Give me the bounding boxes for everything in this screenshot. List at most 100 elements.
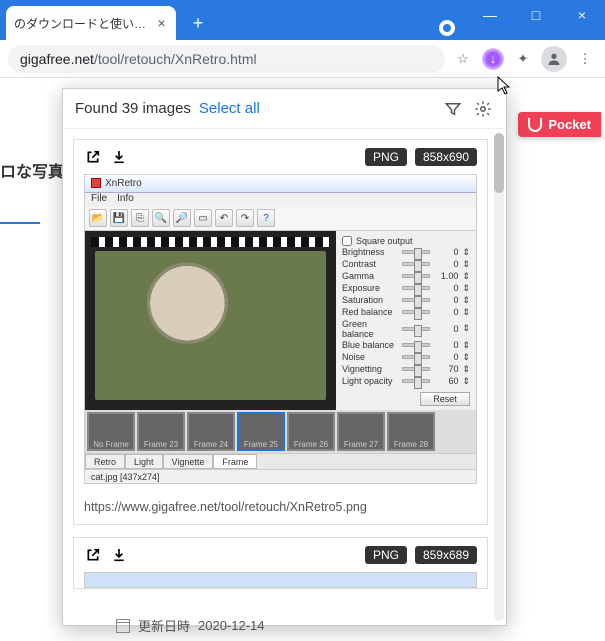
slider-label: Contrast [342, 259, 398, 269]
xn-menubar: File Info [85, 193, 476, 207]
browser-titlebar: のダウンロードと使い方 - k × + — □ × [0, 0, 605, 40]
xn-slider-row: Red balance0⇕ [342, 307, 470, 318]
slider-stepper: ⇕ [462, 247, 470, 258]
xn-slider-row: Vignetting70⇕ [342, 364, 470, 375]
address-field[interactable]: gigafree.net/tool/retouch/XnRetro.html [8, 45, 445, 73]
slider-track [402, 262, 430, 266]
slider-track [402, 286, 430, 290]
frame-thumb: No Frame [87, 412, 135, 452]
image-thumbnail[interactable] [84, 572, 477, 588]
tab-close-icon[interactable]: × [155, 16, 168, 30]
minimize-button[interactable]: — [467, 0, 513, 30]
rotate-left-icon: ↶ [215, 209, 233, 227]
found-count: Found 39 images [75, 100, 191, 117]
save-icon: 💾 [110, 209, 128, 227]
slider-value: 60 [434, 376, 458, 386]
slider-label: Blue balance [342, 340, 398, 350]
xn-toolbar: 📂 💾 ⎘ 🔍 🔎 ▭ ↶ ↷ ? [85, 207, 476, 231]
popup-scroll-area[interactable]: PNG 858x690 XnRetro File Info 📂 💾 [63, 129, 506, 625]
slider-stepper: ⇕ [462, 271, 470, 282]
slider-label: Brightness [342, 247, 398, 257]
slider-value: 0 [434, 283, 458, 293]
xn-slider-row: Noise0⇕ [342, 352, 470, 363]
xnretro-preview: XnRetro File Info 📂 💾 ⎘ 🔍 🔎 ▭ ↶ [85, 175, 476, 483]
filter-icon[interactable] [442, 98, 464, 120]
xn-canvas [85, 231, 336, 410]
xn-slider-row: Saturation0⇕ [342, 295, 470, 306]
frame-thumb: Frame 26 [287, 412, 335, 452]
frame-thumb: Frame 27 [337, 412, 385, 452]
dimensions-badge: 858x690 [415, 148, 477, 166]
slider-value: 70 [434, 364, 458, 374]
slider-track [402, 355, 430, 359]
profile-avatar[interactable] [541, 46, 567, 72]
xn-slider-row: Light opacity60⇕ [342, 376, 470, 387]
format-badge: PNG [365, 546, 407, 564]
xn-tab: Vignette [163, 454, 214, 469]
slider-track [402, 343, 430, 347]
xn-titlebar: XnRetro [85, 175, 476, 193]
update-indicator-icon[interactable] [439, 20, 455, 36]
slider-stepper: ⇕ [462, 376, 470, 387]
open-external-icon[interactable] [84, 148, 102, 166]
date-value: 2020-12-14 [198, 618, 265, 633]
download-icon[interactable] [110, 546, 128, 564]
card-toolbar: PNG 859x689 [74, 538, 487, 572]
slider-label: Noise [342, 352, 398, 362]
slider-label: Gamma [342, 271, 398, 281]
slider-stepper: ⇕ [462, 364, 470, 375]
url-path: /tool/retouch/XnRetro.html [94, 51, 257, 67]
zoom-fit-icon: ▭ [194, 209, 212, 227]
window-controls: — □ × [467, 0, 605, 30]
browser-tab[interactable]: のダウンロードと使い方 - k × [6, 6, 176, 40]
slider-value: 0 [434, 307, 458, 317]
xn-tabs: RetroLightVignetteFrame [85, 453, 476, 469]
slider-value: 0 [434, 352, 458, 362]
gear-icon[interactable] [472, 98, 494, 120]
download-icon[interactable] [110, 148, 128, 166]
slider-stepper: ⇕ [462, 259, 470, 270]
xn-title-text: XnRetro [105, 178, 142, 189]
new-tab-button[interactable]: + [184, 9, 212, 37]
calendar-icon [116, 619, 130, 633]
pocket-button[interactable]: Pocket [518, 112, 601, 137]
select-all-link[interactable]: Select all [199, 100, 260, 117]
slider-stepper: ⇕ [462, 283, 470, 294]
slider-value: 1.00 [434, 271, 458, 281]
image-downloader-extension-icon[interactable]: ↓ [481, 47, 505, 71]
slider-label: Saturation [342, 295, 398, 305]
help-icon: ? [257, 209, 275, 227]
maximize-button[interactable]: □ [513, 0, 559, 30]
extensions-puzzle-icon[interactable]: ✦ [511, 47, 535, 71]
filmstrip-icon [91, 237, 330, 247]
reset-button: Reset [420, 392, 470, 406]
pocket-icon [528, 118, 542, 132]
image-card[interactable]: PNG 858x690 XnRetro File Info 📂 💾 [73, 139, 488, 525]
xn-slider-row: Exposure0⇕ [342, 283, 470, 294]
slider-stepper: ⇕ [462, 323, 470, 334]
image-card[interactable]: PNG 859x689 [73, 537, 488, 589]
xn-slider-row: Green balance0⇕ [342, 319, 470, 339]
xn-menu-file: File [91, 193, 107, 207]
date-label: 更新日時 [138, 616, 190, 635]
slider-track [402, 250, 430, 254]
image-thumbnail[interactable]: XnRetro File Info 📂 💾 ⎘ 🔍 🔎 ▭ ↶ [84, 174, 477, 484]
slider-track [402, 298, 430, 302]
xn-tab: Retro [85, 454, 125, 469]
url-bar: gigafree.net/tool/retouch/XnRetro.html ☆… [0, 40, 605, 78]
xn-app-icon [91, 178, 101, 188]
format-badge: PNG [365, 148, 407, 166]
tab-title: のダウンロードと使い方 - k [14, 15, 149, 32]
slider-track [402, 274, 430, 278]
slider-value: 0 [434, 340, 458, 350]
xn-tab: Light [125, 454, 163, 469]
kebab-menu-icon[interactable]: ⋮ [573, 47, 597, 71]
zoom-out-icon: 🔎 [173, 209, 191, 227]
star-icon[interactable]: ☆ [451, 47, 475, 71]
open-external-icon[interactable] [84, 546, 102, 564]
xn-slider-row: Gamma 1.00 ⇕ [342, 271, 470, 282]
folder-open-icon: 📂 [89, 209, 107, 227]
close-button[interactable]: × [559, 0, 605, 30]
image-downloader-popup: Found 39 images Select all [62, 88, 507, 626]
slider-label: Green balance [342, 319, 398, 339]
